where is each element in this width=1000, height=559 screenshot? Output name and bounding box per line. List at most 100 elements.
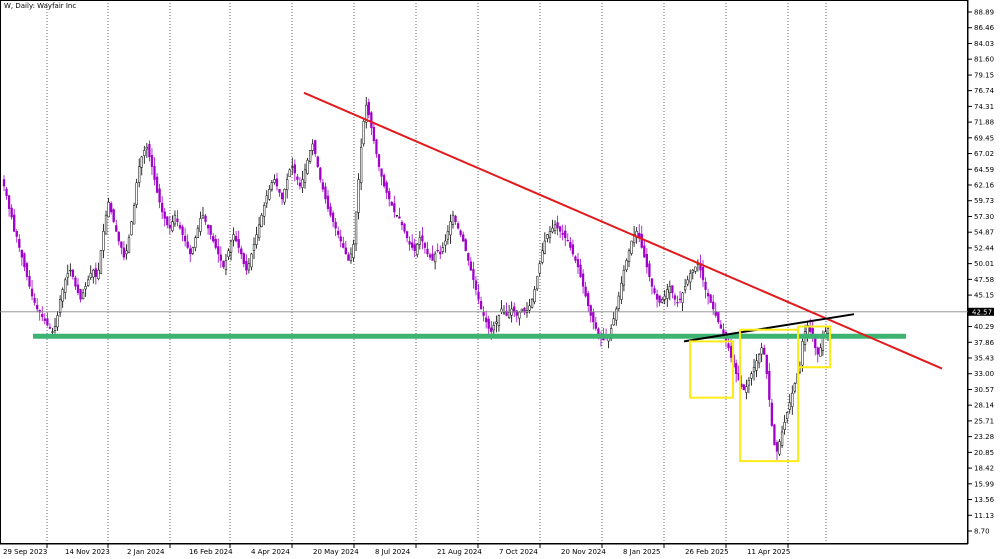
candle-body (678, 298, 682, 301)
candle-body (255, 234, 258, 245)
candle-body (314, 140, 317, 154)
candle-body (571, 244, 575, 255)
candle-body (704, 281, 707, 290)
candle-body (408, 241, 411, 245)
candle-body (536, 276, 539, 290)
candle-body (30, 288, 34, 297)
candle-body (400, 221, 404, 226)
candle-body (712, 301, 715, 310)
y-tick-label: 69.45 (974, 134, 994, 142)
candle-body (247, 263, 251, 271)
y-tick-label: 15.99 (974, 480, 994, 488)
candle-body (324, 186, 327, 200)
candle-body (752, 367, 756, 373)
candle-body (416, 244, 419, 255)
candle-body (158, 188, 161, 203)
candle-body (826, 328, 830, 334)
candle-body (543, 240, 546, 254)
candle-body (375, 139, 378, 154)
candle-body (750, 373, 753, 379)
candle-body (561, 232, 564, 235)
candle-body (755, 360, 758, 371)
candle-body (507, 311, 511, 318)
candle-body (219, 254, 222, 261)
candle-body (15, 231, 18, 237)
candle-body (801, 341, 804, 366)
candle-body (372, 126, 376, 141)
candle-body (658, 295, 661, 303)
candle-body (382, 175, 386, 187)
candle-body (579, 264, 582, 277)
candle-body (661, 299, 664, 303)
candle-body (747, 379, 751, 386)
candle-body (472, 269, 475, 281)
y-tick-label: 54.87 (974, 229, 994, 237)
x-tick-label: 16 Feb 2024 (189, 548, 233, 556)
y-tick-label: 33.00 (974, 370, 994, 378)
candle-body (163, 211, 166, 219)
candle-body (709, 294, 712, 303)
candle-body (627, 250, 631, 262)
candle-body (138, 166, 141, 183)
candle-body (263, 205, 266, 217)
candle-body (288, 169, 291, 177)
candle-body (411, 242, 414, 248)
y-tick-label: 35.43 (974, 355, 994, 363)
candle-body (240, 248, 243, 255)
candle-body (538, 263, 541, 274)
candle-body (319, 167, 322, 180)
candle-body (109, 203, 113, 213)
candle-body (199, 218, 202, 232)
candle-body (663, 295, 666, 300)
y-tick-label: 67.02 (974, 150, 994, 158)
candle-body (650, 278, 654, 287)
candle-body (357, 179, 360, 213)
candle-body (308, 150, 312, 162)
candle-body (5, 188, 8, 196)
candle-body (268, 189, 271, 200)
price-chart[interactable]: 42.57 88.8986.4684.0381.6079.1576.7474.3… (0, 0, 1000, 559)
candle-body (528, 305, 531, 311)
candle-body (814, 337, 817, 349)
candle-body (252, 244, 256, 251)
x-tick-label: 2 Jan 2024 (127, 548, 165, 556)
y-tick-label: 86.46 (974, 24, 995, 32)
candle-body (257, 224, 261, 239)
candle-body (418, 237, 421, 245)
x-tick-label: 11 Apr 2025 (747, 548, 790, 556)
candle-body (377, 154, 381, 167)
y-tick-label: 50.01 (974, 260, 994, 268)
y-tick-label: 84.03 (974, 40, 994, 48)
candle-body (645, 253, 649, 268)
candle-body (683, 286, 687, 291)
candle-body (293, 164, 296, 174)
candle-body (786, 412, 789, 419)
candle-body (760, 347, 763, 355)
candle-body (778, 441, 781, 455)
candle-body (479, 301, 483, 310)
candle-body (426, 248, 429, 255)
candle-body (770, 402, 774, 426)
candle-body (474, 280, 478, 290)
candle-body (444, 240, 447, 246)
candle-body (303, 169, 307, 183)
y-tick-label: 52.44 (974, 244, 995, 252)
candle-body (306, 159, 309, 174)
candle-body (92, 269, 95, 278)
y-tick-label: 88.89 (974, 9, 994, 17)
candle-body (189, 248, 192, 255)
candle-body (485, 317, 488, 323)
candle-body (153, 166, 156, 180)
candle-body (64, 279, 67, 293)
candle-body (79, 289, 82, 300)
y-tick-label: 30.57 (974, 386, 994, 394)
chart-title: W, Daily: Wayfair Inc (4, 2, 77, 10)
candle-body (194, 237, 197, 248)
candle-body (206, 225, 210, 229)
x-tick-label: 4 Apr 2024 (251, 548, 290, 556)
candle-body (84, 286, 87, 290)
candle-body (462, 234, 465, 242)
candle-body (694, 266, 697, 272)
candle-body (352, 244, 355, 258)
candle-body (482, 311, 485, 316)
